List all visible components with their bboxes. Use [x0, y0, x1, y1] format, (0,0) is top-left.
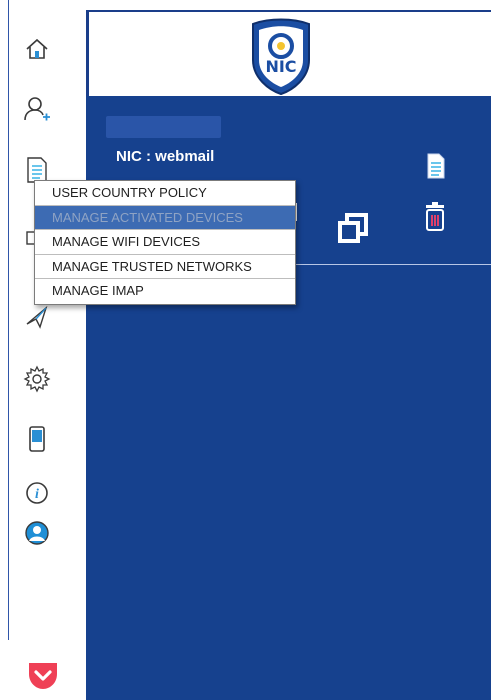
- sidebar: i: [0, 0, 84, 700]
- pocket-icon[interactable]: [26, 660, 60, 697]
- menu-item-manage-wifi-devices[interactable]: MANAGE WIFI DEVICES: [35, 230, 295, 255]
- info-icon[interactable]: i: [22, 478, 52, 508]
- send-icon[interactable]: [22, 302, 52, 332]
- account-label: NIC : webmail: [116, 148, 215, 165]
- svg-text:i: i: [35, 487, 39, 502]
- menu-item-user-country-policy[interactable]: USER COUNTRY POLICY: [35, 181, 295, 206]
- menu-item-manage-imap[interactable]: MANAGE IMAP: [35, 279, 295, 304]
- redacted-name-block: [106, 116, 221, 138]
- header: NIC: [86, 10, 491, 96]
- menu-item-manage-trusted-networks[interactable]: MANAGE TRUSTED NETWORKS: [35, 255, 295, 280]
- copy-icon[interactable]: [336, 211, 370, 245]
- sidebar-divider: [8, 0, 9, 640]
- document-icon[interactable]: [424, 152, 448, 180]
- trash-icon[interactable]: [422, 200, 448, 234]
- settings-icon[interactable]: [22, 364, 52, 394]
- user-circle-icon[interactable]: [22, 518, 52, 548]
- nic-logo: NIC: [249, 16, 313, 96]
- add-user-icon[interactable]: [22, 94, 52, 124]
- menu-item-manage-activated-devices[interactable]: MANAGE ACTIVATED DEVICES: [35, 205, 295, 231]
- home-icon[interactable]: [22, 34, 52, 64]
- dropdown-menu: USER COUNTRY POLICY MANAGE ACTIVATED DEV…: [34, 180, 296, 305]
- svg-text:NIC: NIC: [265, 57, 296, 76]
- phone-icon[interactable]: [22, 424, 52, 454]
